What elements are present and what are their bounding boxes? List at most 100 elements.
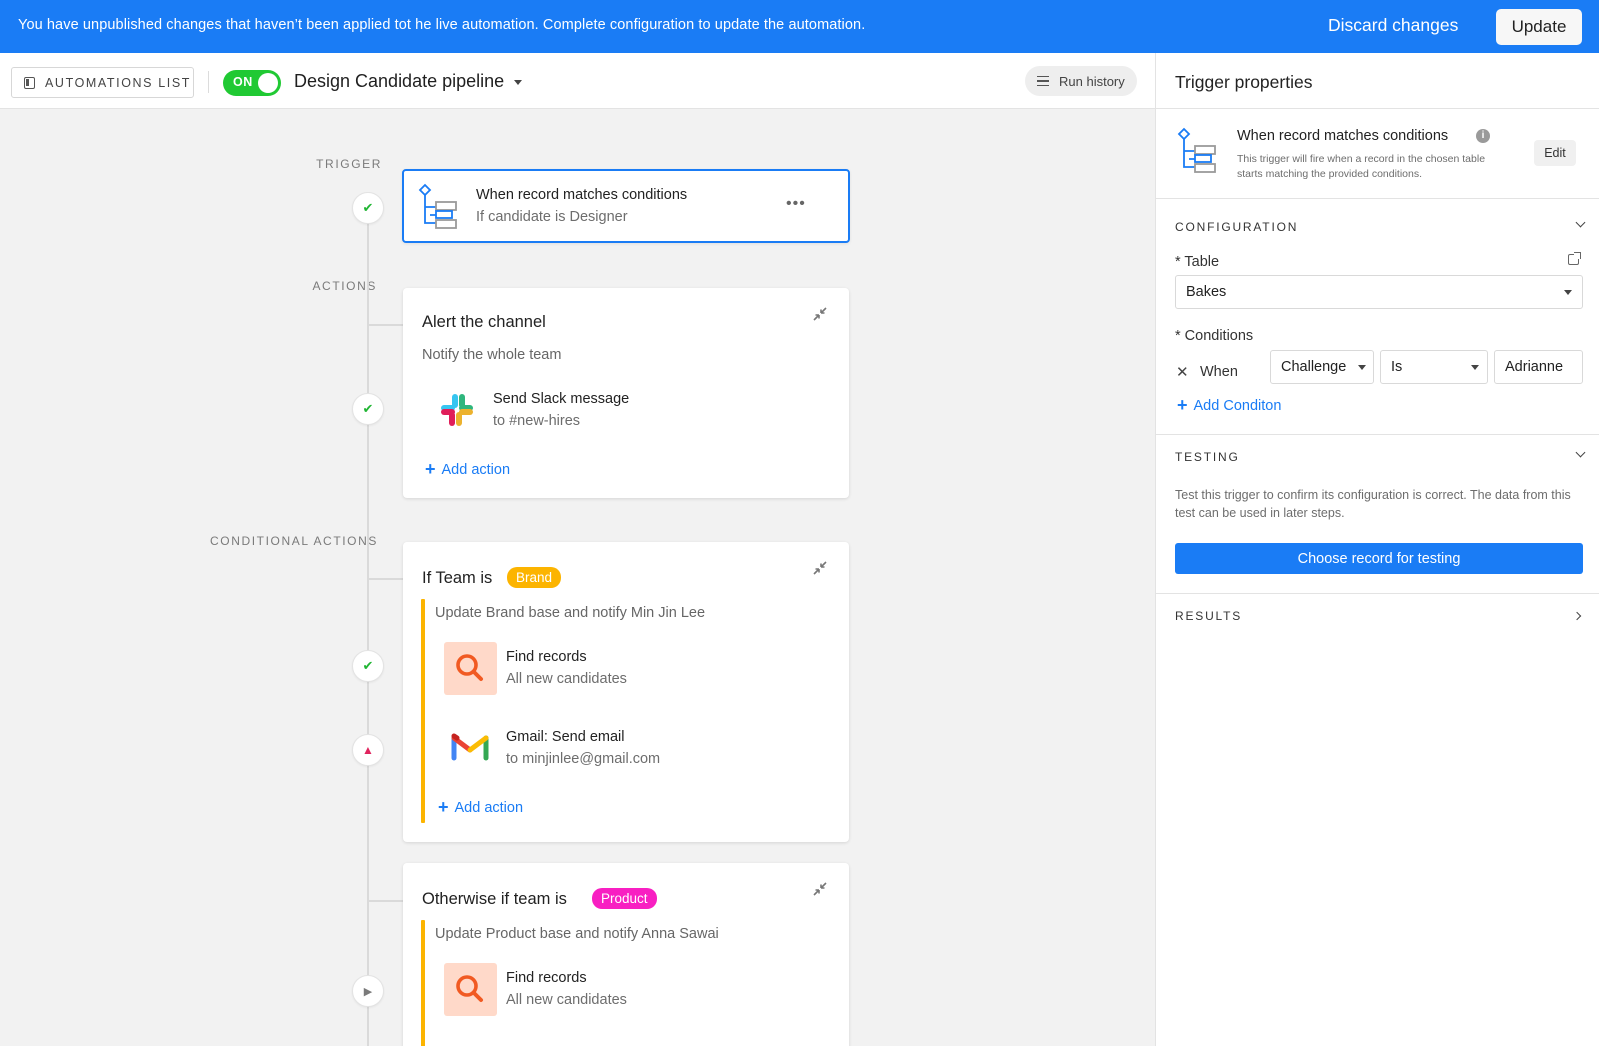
- chevron-down-icon[interactable]: [1575, 217, 1586, 228]
- table-select-value: Bakes: [1186, 284, 1227, 300]
- timeline-connector: [368, 900, 403, 902]
- slack-step-subtitle: to #new-hires: [493, 413, 581, 429]
- external-link-icon[interactable]: [1568, 252, 1581, 265]
- condition-value-input[interactable]: Adrianne: [1494, 350, 1583, 384]
- banner-message: You have unpublished changes that haven’…: [18, 17, 866, 33]
- testing-description: Test this trigger to confirm its configu…: [1175, 488, 1571, 520]
- condition-when-label: When: [1200, 364, 1238, 380]
- trigger-summary-description: This trigger will fire when a record in …: [1237, 153, 1486, 180]
- automation-name-dropdown[interactable]: Design Candidate pipeline: [294, 71, 504, 92]
- table-field-label: * Table: [1175, 254, 1220, 270]
- trigger-success-check-icon: ✔: [352, 192, 384, 224]
- plus-icon: +: [1177, 395, 1188, 415]
- more-options-icon[interactable]: •••: [786, 195, 806, 213]
- add-action-button[interactable]: + Add action: [438, 796, 523, 817]
- actions-section-label: ACTIONS: [312, 279, 377, 293]
- conditional-group-brand-card[interactable]: If Team is Brand Update Brand base and n…: [403, 542, 849, 842]
- find-records-step-title: Find records: [506, 649, 587, 665]
- condition-branch-bar: [421, 599, 425, 823]
- toolbar-divider: [208, 71, 209, 93]
- find-records-success-check-icon: ✔: [352, 650, 384, 682]
- chevron-down-icon: [1471, 365, 1479, 370]
- automations-list-button[interactable]: AUTOMATIONS LIST: [11, 67, 194, 98]
- action-group-title: Alert the channel: [422, 313, 546, 331]
- gmail-step-subtitle: to minjinlee@gmail.com: [506, 751, 661, 767]
- brand-badge: Brand: [507, 567, 562, 588]
- testing-section-header[interactable]: TESTING: [1175, 450, 1240, 464]
- update-button[interactable]: Update: [1496, 9, 1582, 45]
- gmail-step-title: Gmail: Send email: [506, 729, 625, 745]
- find-records-icon-box: [444, 963, 497, 1016]
- panel-header: Trigger properties: [1156, 53, 1599, 109]
- action-group-subtitle: Notify the whole team: [422, 347, 562, 363]
- trigger-title: When record matches conditions: [476, 187, 688, 203]
- slack-icon: [441, 394, 473, 426]
- gmail-icon: [451, 733, 489, 761]
- edit-trigger-button[interactable]: Edit: [1534, 140, 1576, 166]
- condition-value: Adrianne: [1505, 359, 1564, 375]
- chevron-down-icon: [1564, 290, 1572, 295]
- sidebar-icon: [24, 76, 35, 89]
- search-icon: [456, 654, 483, 681]
- run-history-label: Run history: [1059, 73, 1125, 89]
- add-condition-button[interactable]: + Add Conditon: [1177, 394, 1281, 415]
- conditions-field-label: * Conditions: [1175, 328, 1254, 344]
- add-action-label: Add action: [454, 800, 524, 816]
- automations-list-label: AUTOMATIONS LIST: [45, 75, 191, 90]
- collapse-icon[interactable]: [812, 881, 828, 897]
- trigger-summary-title: When record matches conditions: [1237, 128, 1449, 144]
- find-records-step-title: Find records: [506, 970, 587, 986]
- section-divider: [1156, 593, 1599, 594]
- find-records-icon-box: [444, 642, 497, 695]
- condition-branch-bar: [421, 920, 425, 1046]
- results-section-header[interactable]: RESULTS: [1175, 609, 1242, 623]
- slack-step-title: Send Slack message: [493, 391, 630, 407]
- condition-tree-icon: [1177, 127, 1216, 173]
- discard-changes-button[interactable]: Discard changes: [1328, 15, 1458, 36]
- condition-product-subtitle: Update Product base and notify Anna Sawa…: [435, 926, 719, 942]
- configuration-section-header[interactable]: CONFIGURATION: [1175, 220, 1298, 234]
- toggle-label: ON: [233, 75, 253, 89]
- plus-icon: +: [425, 459, 436, 479]
- condition-operator-value: Is: [1391, 359, 1403, 375]
- chevron-right-icon[interactable]: [1572, 611, 1582, 621]
- remove-condition-icon[interactable]: ✕: [1176, 363, 1189, 381]
- conditional-group-product-card[interactable]: Otherwise if team is Product Update Prod…: [403, 863, 849, 1046]
- conditional-actions-section-label: CONDITIONAL ACTIONS: [210, 534, 378, 548]
- condition-field-select[interactable]: Challenge: [1270, 350, 1374, 384]
- panel-title: Trigger properties: [1175, 72, 1313, 92]
- condition-brand-title: If Team is: [422, 569, 493, 587]
- collapse-icon[interactable]: [812, 306, 828, 322]
- condition-product-title: Otherwise if team is: [422, 890, 567, 908]
- gmail-warning-icon: ▲: [352, 734, 384, 766]
- action-group-card[interactable]: Alert the channel Notify the whole team …: [403, 288, 849, 498]
- action-success-check-icon: ✔: [352, 393, 384, 425]
- timeline-connector: [368, 578, 403, 580]
- chevron-down-icon: [1358, 365, 1366, 370]
- find-records-step-subtitle: All new candidates: [506, 671, 627, 687]
- plus-icon: +: [438, 797, 449, 817]
- toggle-knob: [258, 73, 278, 93]
- add-action-button[interactable]: + Add action: [425, 458, 510, 479]
- add-condition-label: Add Conditon: [1193, 398, 1282, 414]
- trigger-summary: When record matches conditions i This tr…: [1156, 109, 1599, 199]
- section-divider: [1156, 434, 1599, 435]
- condition-brand-subtitle: Update Brand base and notify Min Jin Lee: [435, 605, 706, 621]
- collapse-icon[interactable]: [812, 560, 828, 576]
- table-select[interactable]: Bakes: [1175, 275, 1583, 309]
- timeline-line: [367, 220, 369, 1046]
- chevron-down-icon[interactable]: [1575, 447, 1586, 458]
- condition-operator-select[interactable]: Is: [1380, 350, 1488, 384]
- info-icon[interactable]: i: [1476, 129, 1490, 143]
- chevron-down-icon[interactable]: [514, 80, 522, 85]
- trigger-section-label: TRIGGER: [316, 157, 382, 171]
- timeline-connector: [368, 324, 403, 326]
- add-action-label: Add action: [441, 462, 511, 478]
- search-icon: [456, 975, 483, 1002]
- run-history-button[interactable]: Run history: [1025, 66, 1137, 96]
- condition-tree-icon: [418, 183, 457, 229]
- trigger-card[interactable]: When record matches conditions If candid…: [402, 169, 850, 243]
- automation-on-toggle[interactable]: ON: [223, 70, 281, 96]
- choose-record-for-testing-button[interactable]: Choose record for testing: [1175, 543, 1583, 574]
- find-records-step-subtitle: All new candidates: [506, 992, 627, 1008]
